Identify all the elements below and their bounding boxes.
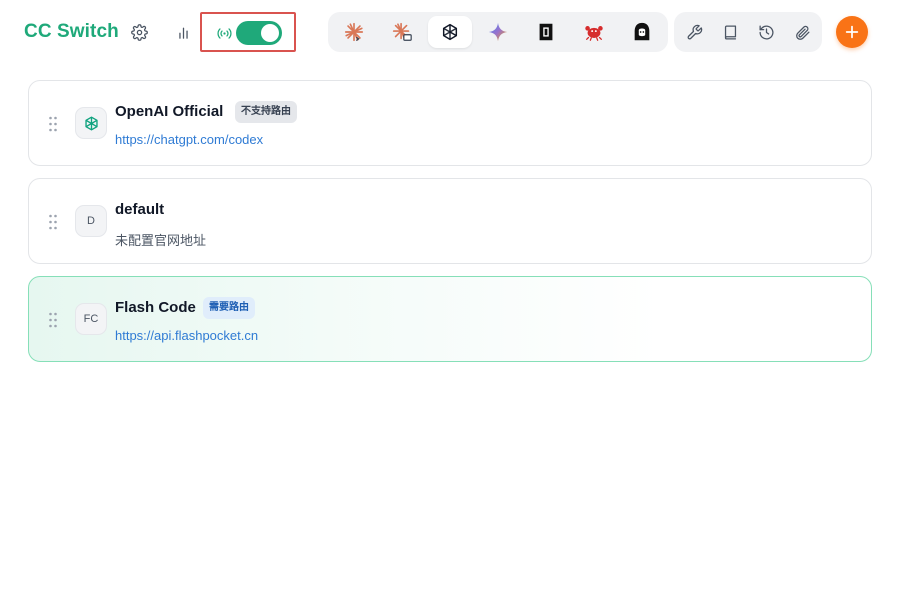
docs-button[interactable] <box>718 20 742 44</box>
crab-icon <box>585 26 603 41</box>
provider-url-placeholder: 未配置官网地址 <box>115 233 207 248</box>
app-tab-opencode[interactable] <box>524 16 568 48</box>
claude-code-icon <box>344 22 364 42</box>
provider-card[interactable]: D default 未配置官网地址 <box>28 178 872 264</box>
provider-avatar: D <box>75 205 107 237</box>
provider-url-link[interactable]: https://api.flashpocket.cn <box>115 328 258 343</box>
drag-handle-icon[interactable] <box>48 116 58 132</box>
app-tab-crab[interactable] <box>572 16 616 48</box>
signal-icon <box>215 24 233 42</box>
opencode-icon <box>539 23 553 41</box>
provider-avatar <box>75 107 107 139</box>
app-tab-claude-desktop[interactable] <box>380 16 424 48</box>
tool-bar <box>674 12 822 52</box>
provider-card-active[interactable]: FC Flash Code 需要路由 https://api.flashpock… <box>28 276 872 362</box>
gemini-icon <box>488 22 508 42</box>
proxy-control-highlight <box>200 12 296 52</box>
routing-badge: 不支持路由 <box>235 101 297 123</box>
drag-handle-icon[interactable] <box>48 214 58 230</box>
plus-icon <box>845 25 859 39</box>
toggle-knob <box>261 24 279 42</box>
book-icon <box>724 24 736 40</box>
drag-handle-icon[interactable] <box>48 312 58 328</box>
bar-chart-icon <box>178 27 188 39</box>
proxy-toggle[interactable] <box>236 21 282 45</box>
provider-avatar: FC <box>75 303 107 335</box>
openai-icon <box>84 115 98 131</box>
provider-url-link[interactable]: https://chatgpt.com/codex <box>115 132 263 147</box>
claude-desktop-icon <box>392 22 412 41</box>
app-title: CC Switch <box>24 21 119 42</box>
routing-badge: 需要路由 <box>203 297 255 319</box>
app-tab-gemini[interactable] <box>476 16 520 48</box>
history-button[interactable] <box>754 20 778 44</box>
provider-name: Flash Code <box>115 299 196 316</box>
hooded-figure-icon <box>634 22 650 41</box>
usage-stats-button[interactable] <box>171 20 195 44</box>
history-icon <box>758 24 773 40</box>
wrench-icon <box>687 24 702 39</box>
top-bar: CC Switch <box>0 0 900 64</box>
openai-icon <box>442 23 458 41</box>
tools-button[interactable] <box>682 20 706 44</box>
add-provider-button[interactable] <box>836 16 868 48</box>
app-switcher <box>328 12 668 52</box>
app-tab-claude[interactable] <box>332 16 376 48</box>
app-tab-codex[interactable] <box>428 16 472 48</box>
paperclip-icon <box>795 25 810 40</box>
provider-name: default <box>115 201 165 218</box>
provider-name: OpenAI Official <box>115 103 224 120</box>
gear-icon <box>130 23 148 41</box>
attachments-button[interactable] <box>790 20 814 44</box>
app-tab-qwen[interactable] <box>620 16 664 48</box>
provider-card[interactable]: OpenAI Official 不支持路由 https://chatgpt.co… <box>28 80 872 166</box>
settings-button[interactable] <box>127 20 151 44</box>
